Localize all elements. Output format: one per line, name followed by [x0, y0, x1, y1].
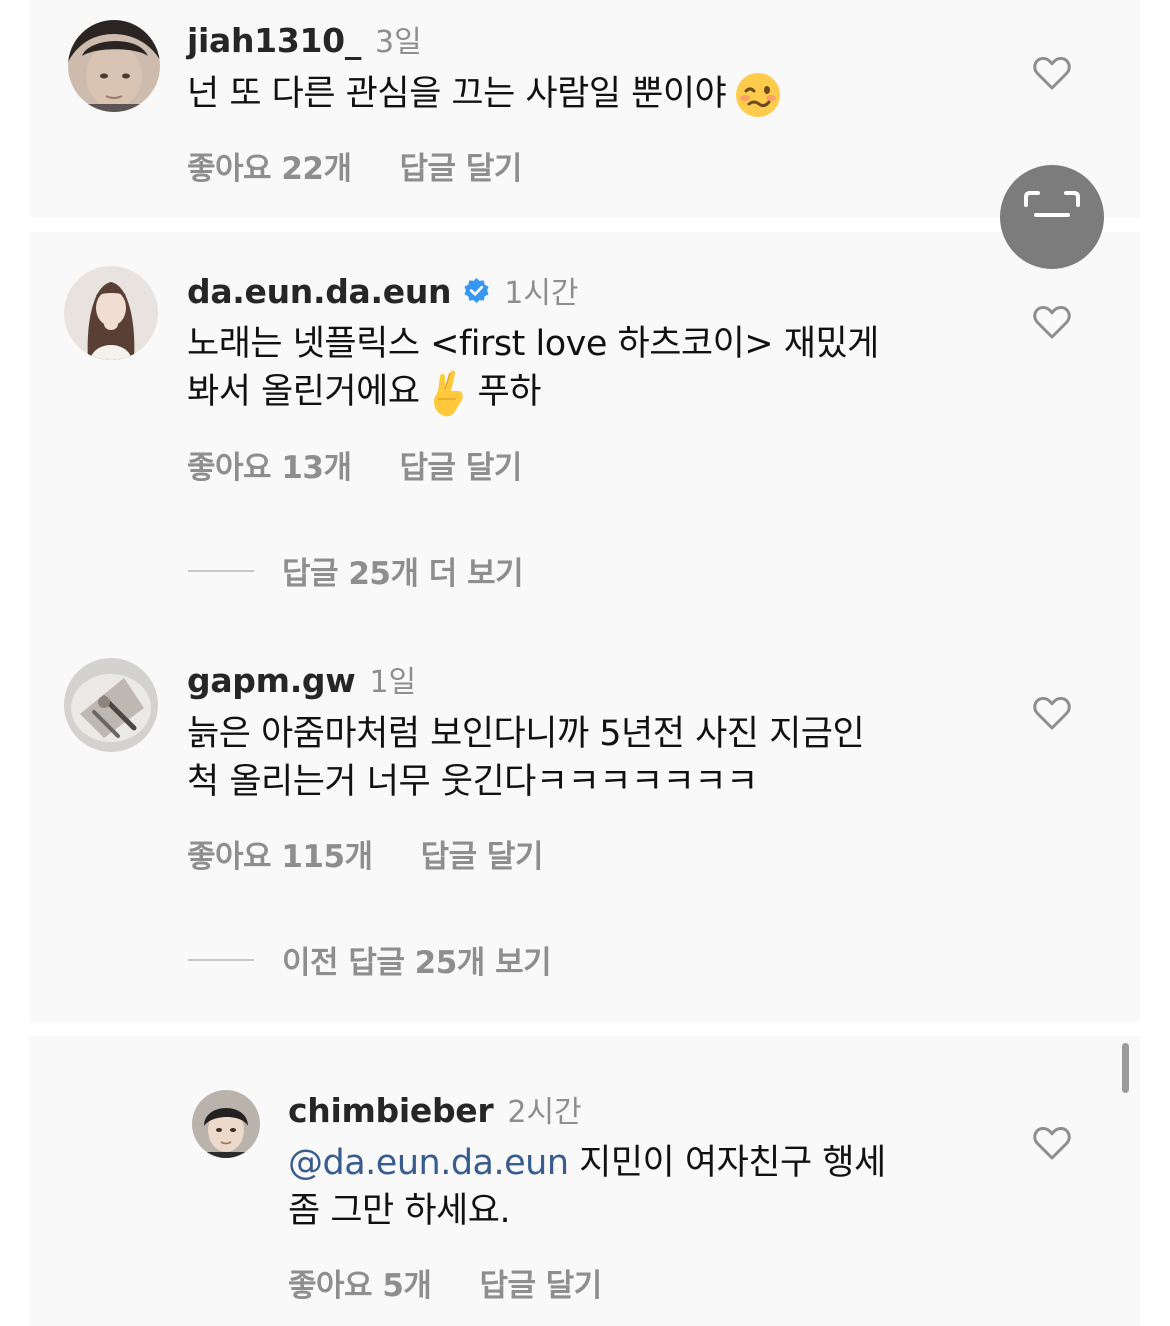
divider-line [188, 569, 254, 572]
comment-text-line: 좀 그만 하세요. [288, 1191, 511, 1231]
woozy-face-emoji [734, 71, 782, 119]
comment-actions: 좋아요 13개 답글 달기 [187, 442, 522, 487]
comment-time: 3일 [375, 25, 422, 60]
comment-actions: 좋아요 5개 답글 달기 [288, 1260, 602, 1305]
like-count[interactable]: 좋아요 22개 [187, 151, 352, 187]
comment-text-segment: 지민이 여자친구 행세 [568, 1143, 886, 1183]
comment-text-segment: 푸하 [477, 372, 542, 412]
avatar-photo [64, 658, 158, 752]
comment-meta: jiah1310_ 3일 [187, 17, 422, 61]
heart-outline-icon[interactable] [1033, 696, 1071, 730]
comment-meta: gapm.gw 1일 [187, 657, 416, 701]
divider-line [188, 958, 254, 961]
scan-icon [1024, 191, 1080, 217]
avatar[interactable] [64, 266, 158, 360]
verified-badge-icon [463, 277, 490, 304]
comment-meta: da.eun.da.eun 1시간 [187, 268, 579, 312]
heart-outline-icon[interactable] [1033, 56, 1071, 90]
comment-text: 노래는 넷플릭스 <first love 하츠코이> 재밌게봐서 올린거에요 푸하 [187, 320, 879, 417]
comment-text-line: 늙은 아줌마처럼 보인다니까 5년전 사진 지금인 [187, 714, 865, 754]
comment-username[interactable]: chimbieber [288, 1091, 494, 1130]
comment-text-line: 척 올리는거 너무 웃긴다ㅋㅋㅋㅋㅋㅋㅋ [187, 762, 758, 802]
comment-username[interactable]: gapm.gw [187, 661, 356, 700]
like-count[interactable]: 좋아요 5개 [288, 1268, 432, 1304]
comment-username[interactable]: jiah1310_ [187, 21, 361, 60]
like-count[interactable]: 좋아요 115개 [187, 839, 373, 875]
comment-text: @da.eun.da.eun 지민이 여자친구 행세 좀 그만 하세요. [288, 1139, 886, 1235]
comment-time: 1시간 [504, 276, 579, 311]
avatar[interactable] [64, 658, 158, 752]
scan-button[interactable] [1000, 165, 1104, 269]
comment-username[interactable]: da.eun.da.eun [187, 272, 452, 311]
comment-text-segment: 봐서 올린거에요 [187, 372, 420, 412]
avatar-photo [64, 266, 158, 360]
reply-button[interactable]: 답글 달기 [479, 1268, 602, 1304]
comment-meta: chimbieber 2시간 [288, 1087, 582, 1131]
comment-text-line: @da.eun.da.eun 지민이 여자친구 행세 [288, 1139, 886, 1187]
comment-text: 넌 또 다른 관심을 끄는 사람일 뿐이야 [187, 70, 782, 119]
view-previous-replies[interactable]: 이전 답글 25개 보기 [188, 937, 552, 982]
avatar[interactable] [68, 20, 160, 112]
avatar[interactable] [192, 1090, 260, 1158]
avatar-photo [192, 1090, 260, 1158]
reply-button[interactable]: 답글 달기 [400, 450, 523, 486]
heart-outline-icon[interactable] [1033, 305, 1071, 339]
avatar-photo [68, 20, 160, 112]
comment-text: 늙은 아줌마처럼 보인다니까 5년전 사진 지금인척 올리는거 너무 웃긴다ㅋㅋ… [187, 710, 865, 806]
heart-outline-icon[interactable] [1033, 1126, 1071, 1160]
scrollbar[interactable] [1122, 1043, 1129, 1093]
comment-text-line: 봐서 올린거에요 푸하 [187, 368, 879, 417]
reply-button[interactable]: 답글 달기 [400, 151, 523, 187]
comment-actions: 좋아요 115개 답글 달기 [187, 831, 543, 876]
reply-button[interactable]: 답글 달기 [421, 839, 544, 875]
crossed-fingers-emoji [428, 369, 468, 417]
mention-link[interactable]: @da.eun.da.eun [288, 1143, 569, 1183]
comment-actions: 좋아요 22개 답글 달기 [187, 143, 522, 188]
comment-time: 1일 [369, 665, 417, 700]
view-replies-label[interactable]: 답글 25개 더 보기 [282, 548, 524, 593]
comment-time: 2시간 [507, 1095, 582, 1130]
view-replies-label[interactable]: 이전 답글 25개 보기 [282, 937, 552, 982]
view-more-replies[interactable]: 답글 25개 더 보기 [188, 548, 524, 593]
comment-text-line: 노래는 넷플릭스 <first love 하츠코이> 재밌게 [187, 324, 879, 364]
comment-text-line: 넌 또 다른 관심을 끄는 사람일 뿐이야 [187, 74, 727, 114]
like-count[interactable]: 좋아요 13개 [187, 450, 352, 486]
